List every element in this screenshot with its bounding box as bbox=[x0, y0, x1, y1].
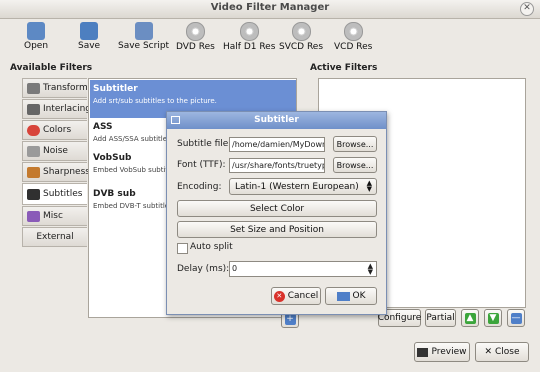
tab-label: External bbox=[36, 232, 74, 242]
active-filters-label: Active Filters bbox=[310, 63, 378, 73]
tab-interlacing[interactable]: Interlacing bbox=[22, 99, 91, 119]
toolbar-open-label: Open bbox=[24, 41, 49, 51]
font-browse-button[interactable]: Browse... bbox=[333, 157, 377, 173]
available-filters-label: Available Filters bbox=[10, 63, 93, 73]
colors-icon bbox=[27, 124, 40, 136]
tab-colors[interactable]: Colors bbox=[22, 120, 87, 140]
preview-button[interactable]: Preview bbox=[414, 342, 470, 362]
misc-icon bbox=[27, 210, 40, 222]
font-label: Font (TTF): bbox=[177, 160, 226, 170]
tab-external[interactable]: External bbox=[22, 227, 87, 247]
interlacing-icon bbox=[27, 103, 40, 115]
encoding-select[interactable]: Latin-1 (Western European) ▲ ▼ bbox=[229, 178, 377, 195]
folder-open-icon bbox=[27, 22, 46, 40]
toolbar-save-script-button[interactable]: Save Script bbox=[118, 22, 169, 51]
cancel-label: Cancel bbox=[287, 291, 319, 301]
encoding-value: Latin-1 (Western European) bbox=[235, 181, 359, 192]
disc-icon bbox=[343, 22, 363, 41]
auto-split-checkbox[interactable] bbox=[177, 243, 188, 254]
transform-icon bbox=[27, 82, 40, 94]
encoding-label: Encoding: bbox=[177, 182, 222, 192]
window-close-button[interactable]: ✕ bbox=[520, 2, 534, 16]
toolbar-save-label: Save bbox=[78, 41, 101, 51]
ok-label: OK bbox=[352, 291, 366, 301]
set-size-position-button[interactable]: Set Size and Position bbox=[177, 221, 377, 238]
plus-icon: + bbox=[284, 313, 296, 325]
filter-name: VobSub bbox=[93, 153, 132, 163]
tab-label: Sharpness bbox=[43, 167, 90, 177]
tab-noise[interactable]: Noise bbox=[22, 141, 87, 161]
move-up-button[interactable]: ▲ bbox=[461, 309, 479, 327]
disc-icon bbox=[239, 22, 259, 41]
subtitles-icon bbox=[27, 188, 40, 200]
noise-icon bbox=[27, 145, 40, 157]
delay-value: 0 bbox=[232, 264, 238, 273]
delay-label: Delay (ms): bbox=[177, 264, 230, 274]
close-label: Close bbox=[495, 347, 520, 357]
font-field[interactable]: /usr/share/fonts/truetyp bbox=[229, 158, 325, 173]
sharpness-icon bbox=[27, 166, 40, 178]
toolbar-half-d1-res-label: Half D1 Res bbox=[223, 42, 276, 52]
toolbar-svcd-res-button[interactable]: SVCD Res bbox=[279, 22, 323, 52]
partial-button[interactable]: Partial bbox=[425, 309, 456, 327]
cancel-icon: ✕ bbox=[273, 290, 285, 302]
tab-misc[interactable]: Misc bbox=[22, 206, 87, 226]
tab-sharpness[interactable]: Sharpness bbox=[22, 162, 90, 182]
tab-label: Transform bbox=[43, 83, 88, 93]
title-bar: Video Filter Manager ✕ bbox=[0, 0, 540, 19]
toolbar-dvd-res-button[interactable]: DVD Res bbox=[176, 22, 215, 52]
toolbar-vcd-res-button[interactable]: VCD Res bbox=[334, 22, 372, 52]
delay-spinbox[interactable]: 0 ▲ ▼ bbox=[229, 261, 377, 277]
filter-name: Subtitler bbox=[93, 84, 138, 94]
preview-icon bbox=[417, 347, 429, 357]
disc-icon bbox=[291, 22, 311, 41]
move-down-button[interactable]: ▼ bbox=[484, 309, 502, 327]
toolbar-save-script-label: Save Script bbox=[118, 41, 170, 51]
save-icon bbox=[80, 22, 99, 40]
disc-icon bbox=[185, 22, 205, 41]
filter-desc: Embed DVB-T subtitle bbox=[93, 202, 170, 210]
subtitle-file-label: Subtitle file: bbox=[177, 139, 232, 149]
toolbar-half-d1-res-button[interactable]: Half D1 Res bbox=[223, 22, 275, 52]
toolbar-open-button[interactable]: Open bbox=[24, 22, 48, 51]
filter-name: DVB sub bbox=[93, 189, 136, 199]
toolbar-dvd-res-label: DVD Res bbox=[176, 42, 215, 52]
subtitle-file-field[interactable]: /home/damien/MyDown bbox=[229, 137, 325, 152]
select-color-button[interactable]: Select Color bbox=[177, 200, 377, 217]
window-title: Video Filter Manager bbox=[210, 2, 330, 13]
toolbar-svcd-res-label: SVCD Res bbox=[279, 42, 324, 52]
filter-name: ASS bbox=[93, 122, 113, 132]
tab-label: Misc bbox=[43, 211, 63, 221]
arrow-up-icon: ▲ bbox=[464, 312, 476, 324]
filter-desc: Add srt/sub subtitles to the picture. bbox=[93, 97, 217, 105]
auto-split-label: Auto split bbox=[190, 242, 233, 252]
cancel-button[interactable]: ✕ Cancel bbox=[271, 287, 321, 305]
subtitle-file-browse-button[interactable]: Browse... bbox=[333, 136, 377, 152]
tab-label: Interlacing bbox=[43, 104, 92, 114]
spinner-arrows-icon: ▲ ▼ bbox=[366, 179, 372, 193]
toolbar-save-button[interactable]: Save bbox=[78, 22, 100, 51]
arrow-down-icon: ▼ bbox=[487, 312, 499, 324]
dialog-title-bar: Subtitler bbox=[167, 112, 386, 129]
spinner-arrows-icon[interactable]: ▲ ▼ bbox=[368, 263, 373, 276]
minus-icon: — bbox=[510, 312, 522, 324]
tab-label: Noise bbox=[43, 146, 68, 156]
tab-label: Colors bbox=[43, 125, 72, 135]
save-script-icon bbox=[134, 22, 153, 40]
tab-transform[interactable]: Transform bbox=[22, 78, 88, 98]
remove-filter-button[interactable]: — bbox=[507, 309, 525, 327]
preview-label: Preview bbox=[431, 347, 467, 357]
toolbar-vcd-res-label: VCD Res bbox=[334, 42, 373, 52]
ok-icon bbox=[336, 291, 350, 301]
tab-subtitles[interactable]: Subtitles bbox=[22, 183, 87, 205]
close-icon: ✕ bbox=[484, 347, 492, 357]
tab-label: Subtitles bbox=[43, 189, 83, 199]
close-button[interactable]: ✕ Close bbox=[475, 342, 529, 362]
ok-button[interactable]: OK bbox=[325, 287, 377, 305]
dialog-title: Subtitler bbox=[254, 115, 299, 125]
filter-desc: Add ASS/SSA subtitles bbox=[93, 135, 171, 143]
subtitler-dialog: Subtitler Subtitle file: /home/damien/My… bbox=[166, 111, 387, 315]
